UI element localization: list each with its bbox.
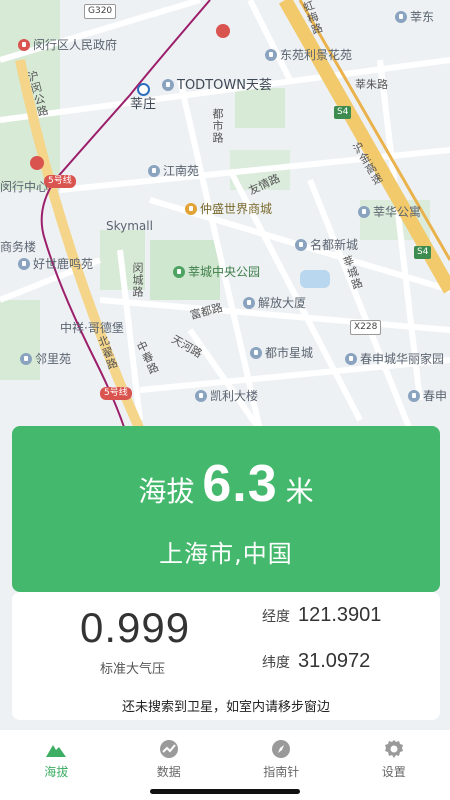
- map-label[interactable]: TODTOWN天荟: [162, 79, 272, 93]
- longitude-label: 经度: [262, 609, 290, 625]
- home-indicator[interactable]: [150, 789, 300, 794]
- building-icon: [162, 79, 174, 91]
- map-label: 莘朱路: [355, 78, 388, 91]
- building-icon: [295, 239, 307, 251]
- park-icon: [173, 266, 185, 278]
- altitude-unit: 米: [285, 475, 314, 508]
- map-label[interactable]: 中祥·哥德堡: [60, 321, 124, 335]
- map-label[interactable]: 莘城中央公园: [173, 265, 260, 279]
- gov-icon: [18, 39, 30, 51]
- map-label[interactable]: Skymall: [106, 219, 153, 233]
- longitude-row: 经度 121.3901: [262, 604, 381, 627]
- info-card: 0.999 标准大气压 经度 121.3901 纬度 31.0972 还未搜索到…: [12, 592, 440, 720]
- building-icon: [250, 347, 262, 359]
- map-label[interactable]: 都市星城: [250, 346, 313, 360]
- building-icon: [265, 49, 277, 61]
- building-icon: [243, 297, 255, 309]
- x228-badge: X228: [350, 320, 382, 335]
- shopping-icon: [185, 203, 197, 215]
- road-label: 闵城路: [131, 262, 144, 298]
- tab-label: 海拔: [44, 765, 69, 779]
- compass-icon: [271, 739, 291, 759]
- map-label[interactable]: 凯利大楼: [195, 389, 258, 403]
- map-label[interactable]: 江南苑: [148, 164, 199, 178]
- tab-settings[interactable]: 设置: [338, 730, 450, 800]
- latitude-row: 纬度 31.0972: [262, 650, 370, 673]
- building-icon: [195, 390, 207, 402]
- building-icon: [345, 353, 357, 365]
- chart-icon: [159, 739, 179, 759]
- map-label[interactable]: 春申: [408, 389, 447, 403]
- gps-status-text: 还未搜索到卫星，如室内请移步窗边: [121, 700, 330, 715]
- map-label[interactable]: 商务楼: [0, 240, 36, 254]
- metro-station-icon: [137, 83, 150, 96]
- s4-badge: S4: [334, 106, 352, 119]
- map-label[interactable]: 好世鹿鸣苑: [18, 257, 93, 271]
- building-icon: [395, 11, 407, 23]
- map-label[interactable]: 闵行中心: [0, 180, 48, 194]
- map-label[interactable]: 春申城华丽家园: [345, 352, 444, 366]
- map-label[interactable]: 邻里苑: [20, 352, 71, 366]
- road-label: 都市路: [211, 108, 224, 144]
- tab-label: 数据: [156, 765, 181, 779]
- gear-icon: [384, 739, 404, 759]
- mountain-icon: [46, 739, 67, 759]
- map-label[interactable]: 莘东: [395, 10, 434, 24]
- tab-label: 设置: [381, 765, 406, 779]
- tab-altitude[interactable]: 海拔: [0, 730, 113, 800]
- map-label[interactable]: 名都新城: [295, 238, 358, 252]
- building-icon: [18, 258, 30, 270]
- map-label[interactable]: 仲盛世界商城: [185, 202, 272, 216]
- map-label[interactable]: 东苑利景花苑: [265, 48, 352, 62]
- building-icon: [20, 353, 32, 365]
- map-label[interactable]: 闵行区人民政府: [18, 38, 117, 52]
- location-text: 上海市,中国: [159, 540, 293, 568]
- warning-icon: [216, 24, 230, 38]
- g320-badge: G320: [84, 4, 117, 19]
- map-label[interactable]: 解放大厦: [243, 296, 306, 310]
- pressure-value: 0.999: [80, 604, 191, 651]
- altitude-value: 6.3: [202, 455, 278, 513]
- building-icon: [148, 165, 160, 177]
- altitude-card: 海拔 6.3 米 上海市,中国: [12, 426, 440, 592]
- metro-line-badge: 5号线: [44, 175, 76, 188]
- pressure-label: 标准大气压: [100, 662, 166, 677]
- warning-icon: [30, 156, 44, 170]
- map-label[interactable]: 莘庄: [130, 98, 156, 112]
- s4-badge: S4: [414, 246, 432, 259]
- latitude-label: 纬度: [262, 655, 290, 671]
- building-icon: [358, 206, 370, 218]
- latitude-value: 31.0972: [298, 650, 371, 672]
- map-label[interactable]: 莘华公寓: [358, 205, 421, 219]
- altitude-line: 海拔 6.3 米: [12, 454, 440, 514]
- altitude-prefix: 海拔: [138, 475, 195, 508]
- metro-line-badge: 5号线: [100, 387, 132, 400]
- tab-label: 指南针: [263, 765, 300, 779]
- building-icon: [408, 390, 420, 402]
- longitude-value: 121.3901: [298, 604, 382, 626]
